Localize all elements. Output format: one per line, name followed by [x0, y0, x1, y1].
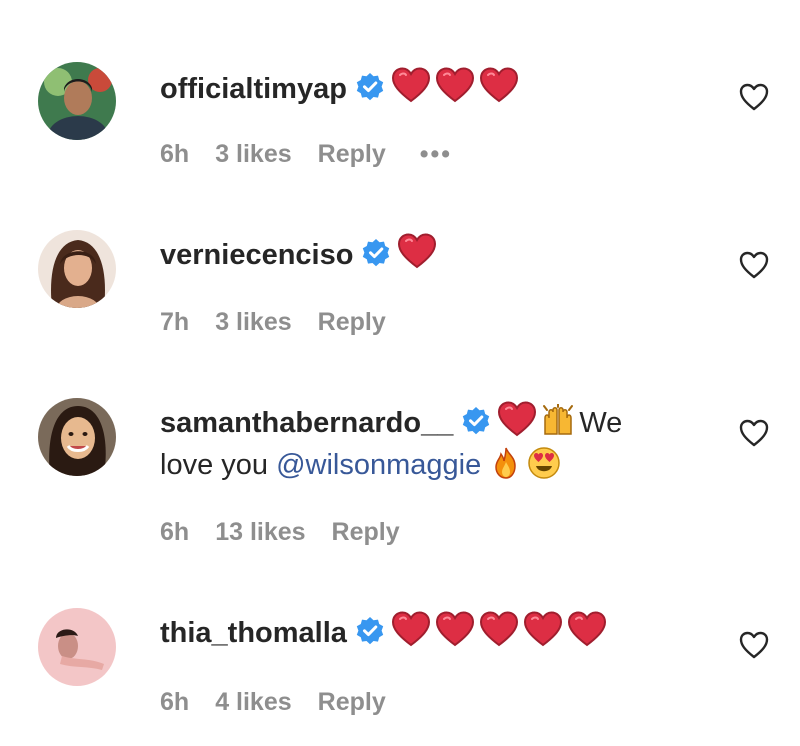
comment-age: 6h: [160, 518, 190, 546]
comment-username[interactable]: verniecenciso: [160, 239, 353, 271]
reply-button[interactable]: Reply: [318, 308, 386, 336]
red-heart-emoji: [435, 610, 475, 648]
comment-likes-link[interactable]: 3 likes: [215, 140, 291, 168]
red-heart-emoji: [479, 610, 519, 648]
comment-likes-link[interactable]: 3 likes: [215, 308, 291, 336]
comment-username[interactable]: officialtimyap: [160, 73, 347, 105]
red-heart-emoji: [479, 66, 519, 104]
mention-link[interactable]: @wilsonmaggie: [276, 449, 481, 481]
comment-meta: 6h 4 likes Reply: [160, 688, 412, 717]
comment-age: 6h: [160, 140, 190, 168]
comment-text: samanthabernardo__ We love you @wilsonmag…: [160, 400, 700, 486]
red-heart-emoji: [567, 610, 607, 648]
like-heart-icon[interactable]: [738, 250, 770, 280]
fire-emoji: [489, 446, 523, 480]
comment-likes-link[interactable]: 4 likes: [215, 688, 291, 716]
comment-meta: 7h 3 likes Reply: [160, 308, 412, 337]
red-heart-emoji: [391, 66, 431, 104]
like-heart-icon[interactable]: [738, 630, 770, 660]
red-heart-emoji: [435, 66, 475, 104]
comment-likes-link[interactable]: 13 likes: [215, 518, 305, 546]
comment-text: officialtimyap: [160, 66, 700, 110]
comment-username[interactable]: samanthabernardo__: [160, 407, 453, 439]
comment-meta: 6h 13 likes Reply: [160, 518, 426, 547]
comment-age: 6h: [160, 688, 190, 716]
red-heart-emoji: [391, 610, 431, 648]
verified-badge-icon: [355, 616, 385, 646]
comment-body-part1: We: [579, 407, 623, 439]
red-heart-emoji: [397, 232, 437, 270]
red-heart-emoji: [523, 610, 563, 648]
comment-body-part2: love you: [160, 449, 269, 481]
comment-username[interactable]: thia_thomalla: [160, 617, 347, 649]
reply-button[interactable]: Reply: [318, 140, 386, 168]
verified-badge-icon: [461, 406, 491, 436]
reply-button[interactable]: Reply: [318, 688, 386, 716]
raising-hands-emoji: [541, 404, 575, 438]
red-heart-emoji: [497, 400, 537, 438]
comment-text: verniecenciso: [160, 232, 700, 276]
avatar[interactable]: [38, 230, 116, 308]
avatar[interactable]: [38, 62, 116, 140]
avatar[interactable]: [38, 608, 116, 686]
avatar[interactable]: [38, 398, 116, 476]
comment-text: thia_thomalla: [160, 610, 700, 654]
comment-age: 7h: [160, 308, 190, 336]
reply-button[interactable]: Reply: [332, 518, 400, 546]
verified-badge-icon: [361, 238, 391, 268]
like-heart-icon[interactable]: [738, 418, 770, 448]
like-heart-icon[interactable]: [738, 82, 770, 112]
heart-eyes-emoji: [527, 446, 561, 480]
verified-badge-icon: [355, 72, 385, 102]
previous-comment-fragment: ‿ ˜: [330, 0, 410, 6]
more-options-button[interactable]: •••: [420, 140, 452, 168]
comment-meta: 6h 3 likes Reply •••: [160, 140, 478, 169]
